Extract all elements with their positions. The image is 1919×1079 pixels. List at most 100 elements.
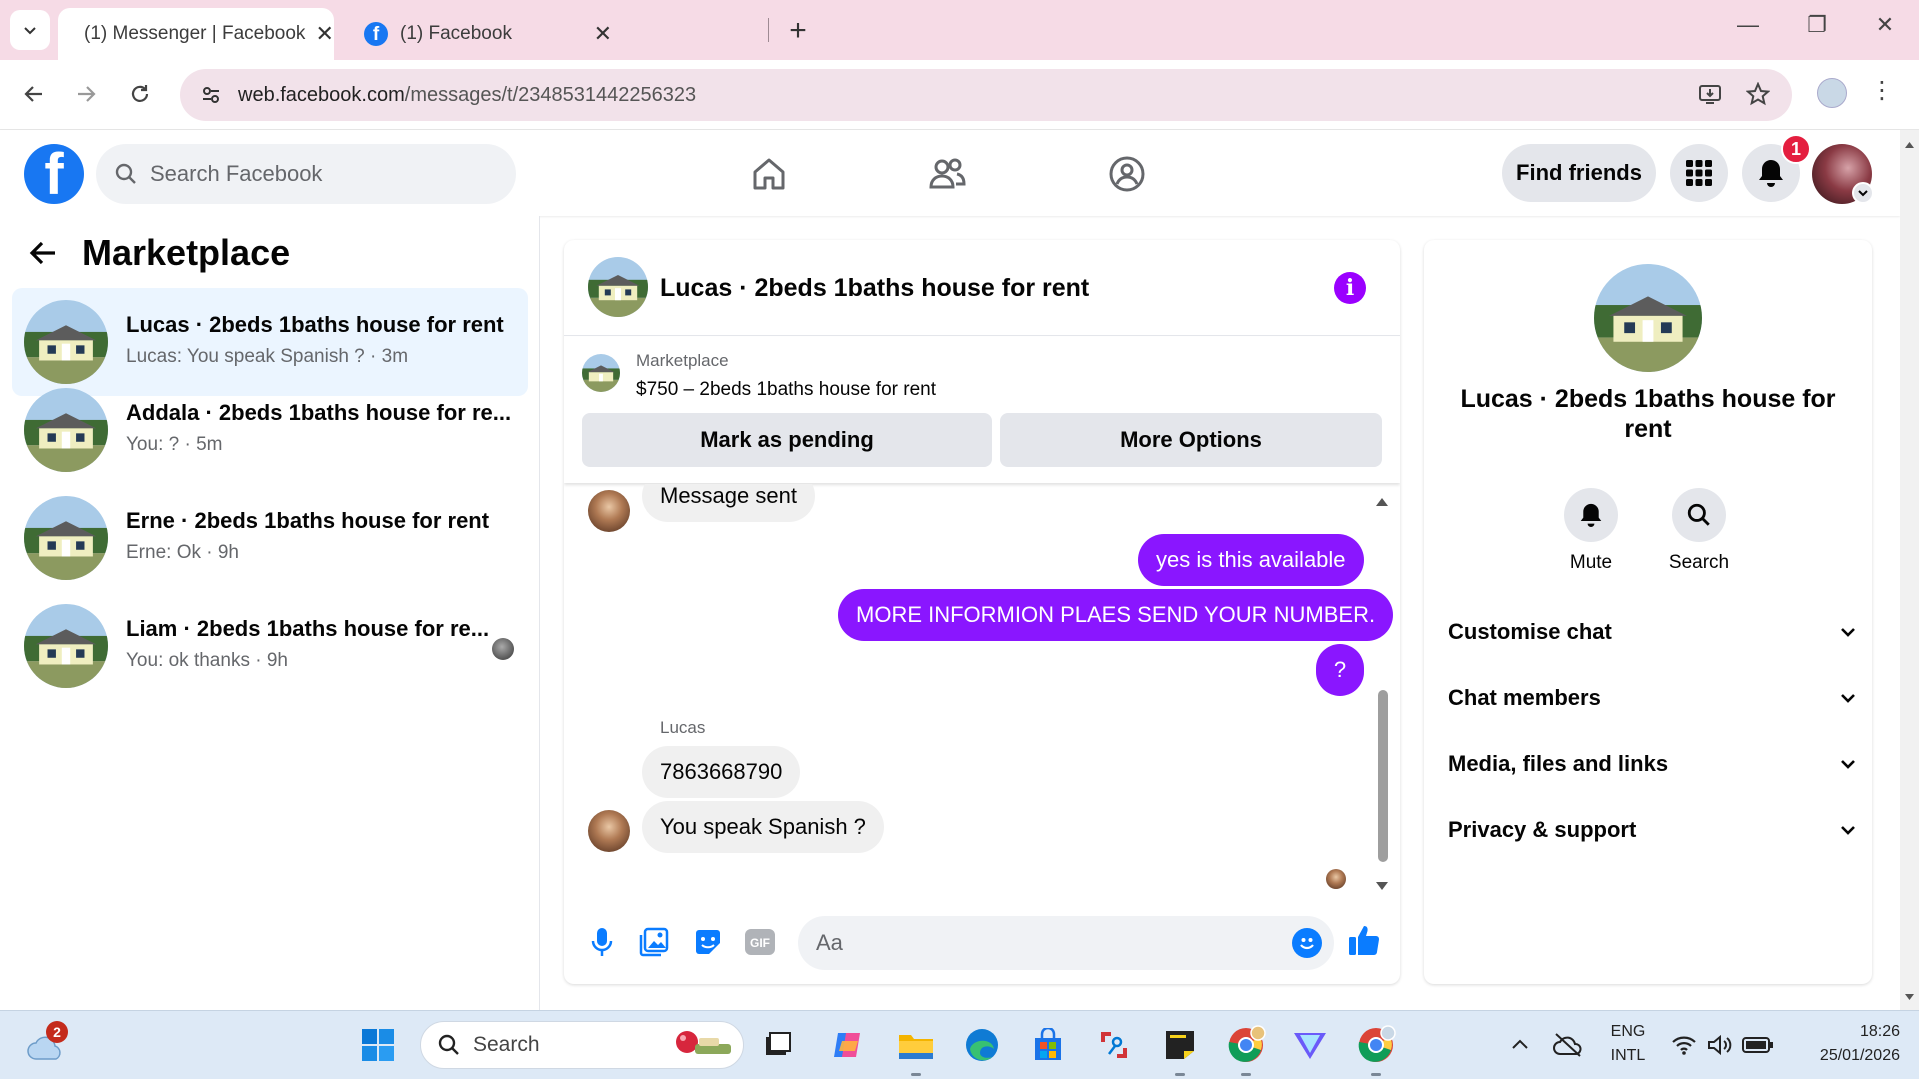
notification-count-badge: 1	[1781, 134, 1811, 164]
info-icon[interactable]: i	[1334, 272, 1366, 304]
back-arrow-icon[interactable]	[28, 238, 58, 268]
start-button-windows-icon[interactable]	[358, 1025, 398, 1065]
conversation-title: Lucas · 2beds 1baths house for rent	[1460, 385, 1836, 443]
chrome-profile-2-icon[interactable]	[1356, 1025, 1396, 1065]
accordion-customise-chat[interactable]: Customise chat	[1448, 604, 1858, 660]
microphone-icon[interactable]	[584, 924, 620, 960]
message-input[interactable]	[816, 930, 1256, 956]
menu-grid-button[interactable]	[1670, 144, 1728, 202]
browser-tab-messenger[interactable]: f (1) Messenger | Facebook ✕	[58, 8, 334, 60]
copilot-icon[interactable]	[828, 1025, 868, 1065]
mark-as-pending-button[interactable]: Mark as pending	[582, 413, 992, 467]
running-indicator	[1175, 1073, 1185, 1076]
conversation-name: Lucas · 2beds 1baths house for rent	[126, 312, 504, 337]
accordion-privacy-support[interactable]: Privacy & support	[1448, 802, 1858, 858]
message-list[interactable]: Message sent yes is this available MORE …	[564, 484, 1400, 904]
facebook-search-box[interactable]	[96, 144, 516, 204]
back-button[interactable]	[14, 74, 54, 114]
browser-tab-facebook[interactable]: f (1) Facebook ✕	[350, 8, 626, 60]
taskbar-search-label: Search	[473, 1033, 540, 1056]
conversation-avatar[interactable]	[1594, 264, 1702, 372]
tab-separator	[768, 18, 769, 42]
battery-icon[interactable]	[1738, 1025, 1778, 1065]
new-tab-button[interactable]: +	[782, 14, 814, 48]
vpn-app-icon[interactable]	[1290, 1025, 1330, 1065]
home-nav-icon[interactable]	[747, 152, 791, 196]
chevron-down-icon	[1841, 628, 1855, 637]
photo-icon[interactable]	[636, 924, 672, 960]
gif-icon[interactable]: GIF	[742, 924, 778, 960]
close-tab-icon[interactable]: ✕	[315, 21, 333, 47]
star-icon	[1746, 82, 1770, 106]
message-input-box[interactable]	[798, 916, 1334, 970]
forward-button[interactable]	[66, 74, 106, 114]
mute-button[interactable]: Mute	[1546, 488, 1636, 574]
conversation-item-erne[interactable]: Erne · 2beds 1baths house for rent Erne:…	[12, 484, 528, 592]
sticky-notes-icon[interactable]	[1160, 1025, 1200, 1065]
chrome-profile-1-icon[interactable]	[1226, 1025, 1266, 1065]
volume-icon[interactable]	[1700, 1025, 1740, 1065]
clock-time[interactable]: 18:26	[1780, 1023, 1900, 1041]
friends-nav-icon[interactable]	[925, 152, 969, 196]
listing-title[interactable]: $750 – 2beds 1baths house for rent	[636, 379, 936, 401]
onedrive-offline-icon[interactable]	[1548, 1025, 1588, 1065]
conversation-preview: Lucas: You speak Spanish ? · 3m	[126, 346, 409, 367]
chat-avatar[interactable]	[588, 257, 648, 317]
microsoft-store-icon[interactable]	[1028, 1025, 1068, 1065]
minimize-window-button[interactable]: —	[1728, 12, 1768, 38]
sender-avatar[interactable]	[588, 490, 630, 532]
facebook-search-input[interactable]	[150, 161, 470, 187]
chevron-down-icon	[1841, 694, 1855, 703]
conversation-name: Addala · 2beds 1baths house for re...	[126, 400, 512, 425]
more-options-button[interactable]: More Options	[1000, 413, 1382, 467]
facebook-logo[interactable]: f	[24, 144, 84, 204]
conversation-info-panel: Lucas · 2beds 1baths house for rent Mute…	[1424, 240, 1872, 984]
show-hidden-icons-chevron-icon[interactable]	[1500, 1025, 1540, 1065]
tab-search-dropdown[interactable]	[10, 10, 50, 50]
file-explorer-icon[interactable]	[896, 1025, 936, 1065]
edge-browser-icon[interactable]	[962, 1025, 1002, 1065]
close-window-button[interactable]: ✕	[1865, 12, 1905, 38]
conversation-item-addala[interactable]: Addala · 2beds 1baths house for re... Yo…	[12, 376, 528, 484]
like-thumbs-up-icon[interactable]	[1346, 922, 1382, 958]
keyboard-layout[interactable]: INTL	[1598, 1047, 1658, 1065]
tab-title: (1) Messenger | Facebook	[84, 23, 306, 44]
sticker-icon[interactable]	[690, 924, 726, 960]
listing-thumbnail	[24, 300, 108, 384]
task-view-icon[interactable]	[758, 1025, 798, 1065]
browser-menu-icon[interactable]: ⋮	[1870, 76, 1894, 105]
conversation-name: Liam · 2beds 1baths house for re...	[126, 616, 490, 641]
browser-profile-avatar[interactable]	[1817, 78, 1847, 108]
input-language[interactable]: ENG	[1598, 1023, 1658, 1041]
listing-thumbnail	[24, 604, 108, 688]
site-settings-icon[interactable]	[196, 84, 226, 106]
message-scrollbar-thumb[interactable]	[1378, 690, 1388, 862]
accordion-media-files-links[interactable]: Media, files and links	[1448, 736, 1858, 792]
arrow-left-icon	[24, 86, 42, 102]
conversation-item-liam[interactable]: Liam · 2beds 1baths house for re... You:…	[12, 592, 528, 700]
wifi-icon[interactable]	[1664, 1025, 1704, 1065]
clock-date[interactable]: 25/01/2026	[1780, 1047, 1900, 1065]
page-scrollbar[interactable]	[1900, 130, 1919, 1010]
groups-nav-icon[interactable]	[1105, 152, 1149, 196]
address-bar[interactable]: web.facebook.com/messages/t/234853144225…	[180, 69, 1792, 121]
search-conversation-button[interactable]: Search	[1654, 488, 1744, 574]
find-friends-button[interactable]: Find friends	[1502, 144, 1656, 202]
reload-button[interactable]	[120, 74, 160, 114]
bookmark-button[interactable]	[1738, 74, 1778, 114]
snipping-tool-icon[interactable]	[1094, 1025, 1134, 1065]
emoji-icon[interactable]	[1292, 928, 1322, 958]
close-tab-icon[interactable]: ✕	[594, 21, 612, 47]
install-app-button[interactable]	[1690, 74, 1730, 114]
conversation-preview: You: ? · 5m	[126, 434, 223, 455]
chat-title[interactable]: Lucas · 2beds 1baths house for rent	[660, 274, 1089, 303]
bell-icon	[1759, 160, 1783, 187]
taskbar-search-box[interactable]: Search	[420, 1021, 744, 1069]
sender-avatar[interactable]	[588, 810, 630, 852]
accordion-chat-members[interactable]: Chat members	[1448, 670, 1858, 726]
restore-window-button[interactable]: ❐	[1797, 12, 1837, 38]
message-bubble-incoming: You speak Spanish ?	[642, 801, 884, 853]
listing-thumbnail[interactable]	[582, 354, 620, 392]
account-menu-chevron-icon[interactable]	[1852, 182, 1874, 204]
accordion-label: Media, files and links	[1448, 751, 1669, 776]
